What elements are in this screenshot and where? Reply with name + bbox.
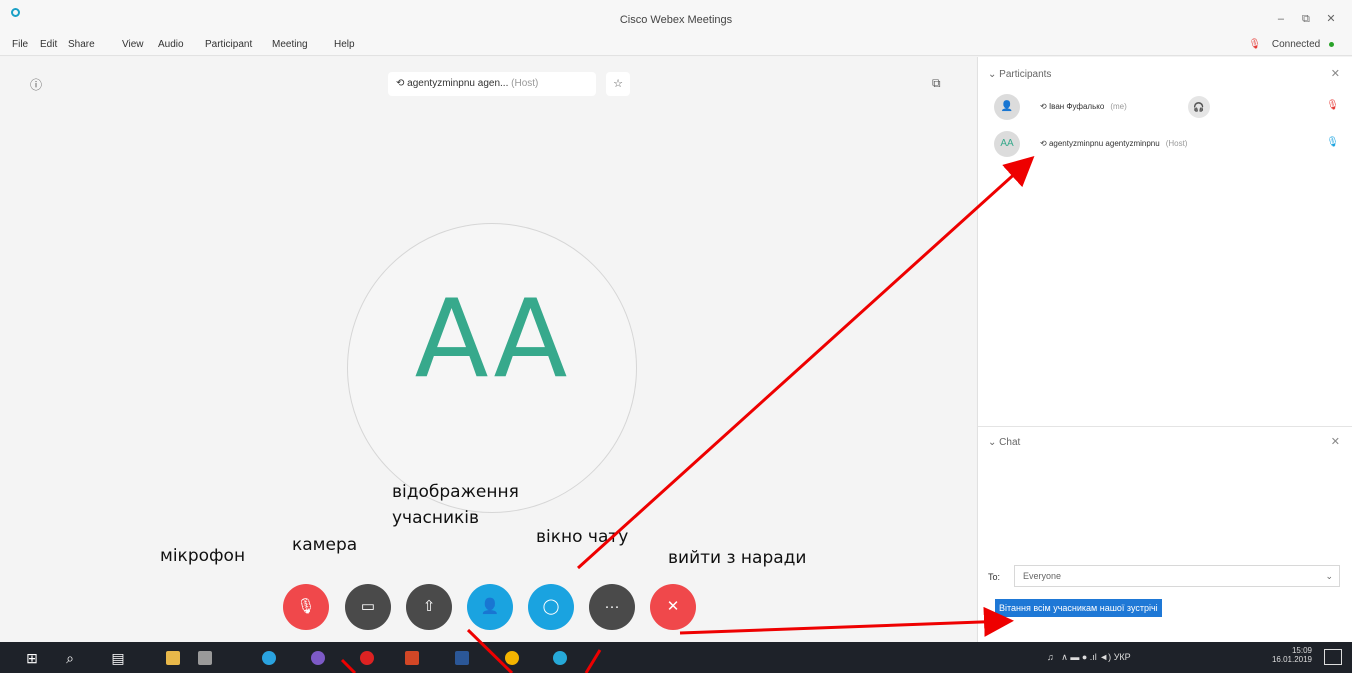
minimize-icon[interactable]: – bbox=[1270, 13, 1292, 25]
menu-bar: File Edit Share View Audio Participant M… bbox=[0, 34, 1352, 56]
file-explorer-icon[interactable] bbox=[166, 651, 180, 665]
more-button[interactable]: ··· bbox=[589, 584, 635, 630]
mic-muted-icon: 🎙 bbox=[296, 598, 316, 615]
annotation-chat: вікно чату bbox=[536, 527, 629, 547]
clock[interactable]: 15:09 16.01.2019 bbox=[1272, 646, 1312, 664]
annotation-participants: відображення учасників bbox=[392, 482, 519, 528]
share-button[interactable]: ⇧ bbox=[406, 584, 452, 630]
avatar: AA bbox=[994, 131, 1020, 157]
menu-edit[interactable]: Edit bbox=[40, 39, 57, 50]
layout-icon[interactable]: ⧉ bbox=[932, 76, 941, 91]
word-icon[interactable] bbox=[455, 651, 469, 665]
menu-audio[interactable]: Audio bbox=[158, 39, 184, 50]
opera-icon[interactable] bbox=[360, 651, 374, 665]
video-icon: ▭ bbox=[360, 598, 376, 615]
menu-meeting[interactable]: Meeting bbox=[272, 39, 308, 50]
title-bar: Cisco Webex Meetings – ⧉ ✕ bbox=[0, 0, 1352, 34]
participant-name: ⟲ agentyzminpnu agentyzminpnu (Host) bbox=[1040, 139, 1188, 148]
video-button[interactable]: ▭ bbox=[345, 584, 391, 630]
menu-share[interactable]: Share bbox=[68, 39, 95, 50]
info-icon[interactable]: ⓘ bbox=[30, 76, 42, 93]
calculator-icon[interactable] bbox=[198, 651, 212, 665]
windows-start-icon[interactable]: ⊞ bbox=[22, 648, 42, 668]
chat-header[interactable]: ⌄ Chat bbox=[988, 437, 1020, 448]
restore-icon[interactable]: ⧉ bbox=[1295, 13, 1317, 26]
mic-active-icon[interactable]: 🎙 bbox=[1326, 137, 1339, 148]
participants-header[interactable]: ⌄ Participants bbox=[988, 69, 1051, 80]
chat-button[interactable]: ◯ bbox=[528, 584, 574, 630]
notification-icon[interactable] bbox=[1324, 649, 1342, 665]
annotation-camera: камера bbox=[292, 535, 358, 555]
share-icon: ⇧ bbox=[422, 598, 436, 615]
participants-icon: 👤 bbox=[480, 598, 500, 615]
menu-participant[interactable]: Participant bbox=[205, 39, 252, 50]
chevron-down-icon: ⌄ bbox=[988, 69, 1000, 80]
chat-input[interactable]: Вітання всім учасникам нашої зустрічі bbox=[995, 599, 1162, 617]
mute-button[interactable]: 🎙 bbox=[283, 584, 329, 630]
chat-title: Chat bbox=[999, 437, 1021, 448]
participant-row[interactable]: AA ⟲ agentyzminpnu agentyzminpnu (Host) 🎙 bbox=[994, 131, 1339, 159]
participants-button[interactable]: 👤 bbox=[467, 584, 513, 630]
chrome-icon[interactable] bbox=[505, 651, 519, 665]
headset-icon[interactable]: 🎧 bbox=[1188, 96, 1210, 118]
leave-button[interactable]: ✕ bbox=[650, 584, 696, 630]
close-icon: ✕ bbox=[666, 598, 680, 615]
telegram-icon[interactable] bbox=[262, 651, 276, 665]
menu-view[interactable]: View bbox=[122, 39, 144, 50]
mic-muted-icon: 🎙 bbox=[1248, 39, 1262, 50]
connected-dot-icon bbox=[1329, 41, 1334, 47]
speaker-icon: ⟲ bbox=[396, 78, 408, 89]
annotation-leave: вийти з наради bbox=[668, 548, 807, 568]
chat-to-label: To: bbox=[988, 572, 1001, 582]
clock-time: 15:09 bbox=[1291, 646, 1312, 655]
menu-help[interactable]: Help bbox=[334, 39, 355, 50]
close-window-icon[interactable]: ✕ bbox=[1320, 12, 1342, 25]
chat-recipient-value: Everyone bbox=[1023, 571, 1062, 581]
meeting-stage: ⓘ ⟲ agentyzminpnu agen... (Host) ☆ ⧉ AA bbox=[0, 57, 976, 642]
active-speaker-role: (Host) bbox=[511, 78, 539, 89]
language-indicator[interactable]: УКР bbox=[1114, 652, 1131, 662]
speaker-initials: AA bbox=[414, 277, 570, 402]
connection-label: Connected bbox=[1271, 39, 1321, 50]
connection-status: 🎙 Connected bbox=[1248, 39, 1334, 50]
active-speaker-pill: ⟲ agentyzminpnu agen... (Host) bbox=[388, 72, 596, 96]
more-icon: ··· bbox=[604, 598, 620, 615]
speaker-icon: ⟲ bbox=[1040, 102, 1049, 111]
participant-name: ⟲ Іван Фуфалько (me) bbox=[1040, 102, 1127, 111]
panel-divider bbox=[978, 426, 1352, 427]
chevron-down-icon: ⌄ bbox=[988, 437, 1000, 448]
chevron-down-icon: ⌄ bbox=[1325, 571, 1333, 581]
menu-file[interactable]: File bbox=[12, 39, 28, 50]
side-panel: ⌄ Participants ✕ 👤 ⟲ Іван Фуфалько (me) 🎧… bbox=[977, 57, 1352, 642]
webex-window: Cisco Webex Meetings – ⧉ ✕ File Edit Sha… bbox=[0, 0, 1352, 673]
participant-row[interactable]: 👤 ⟲ Іван Фуфалько (me) 🎧 🎙 bbox=[994, 94, 1339, 122]
task-view-icon[interactable]: ▤ bbox=[108, 648, 128, 668]
search-icon[interactable]: ⌕ bbox=[60, 648, 80, 668]
chat-icon: ◯ bbox=[542, 598, 560, 615]
active-speaker-name: agentyzminpnu agen... bbox=[407, 78, 509, 89]
pin-icon[interactable]: ☆ bbox=[606, 72, 630, 96]
clock-date: 16.01.2019 bbox=[1271, 655, 1312, 664]
speaker-icon: ⟲ bbox=[1040, 139, 1049, 148]
mic-muted-icon[interactable]: 🎙 bbox=[1326, 100, 1339, 111]
participants-title: Participants bbox=[999, 69, 1052, 80]
annotation-mic: мікрофон bbox=[160, 546, 246, 566]
webex-taskbar-icon[interactable] bbox=[553, 651, 567, 665]
close-participants-icon[interactable]: ✕ bbox=[1331, 67, 1340, 80]
close-chat-icon[interactable]: ✕ bbox=[1331, 435, 1340, 448]
window-controls: – ⧉ ✕ bbox=[1270, 12, 1342, 26]
viber-icon[interactable] bbox=[311, 651, 325, 665]
system-tray-icons[interactable]: ♫ ∧ ▬ ● .ıl ◄) УКР bbox=[1047, 652, 1131, 663]
avatar: 👤 bbox=[994, 94, 1020, 120]
powerpoint-icon[interactable] bbox=[405, 651, 419, 665]
chat-recipient-select[interactable]: Everyone ⌄ bbox=[1014, 565, 1340, 587]
window-title: Cisco Webex Meetings bbox=[619, 14, 733, 26]
windows-taskbar: ⊞ ⌕ ▤ ♫ ∧ ▬ ● .ıl ◄) УКР 15:09 16.01.201… bbox=[0, 642, 1352, 673]
